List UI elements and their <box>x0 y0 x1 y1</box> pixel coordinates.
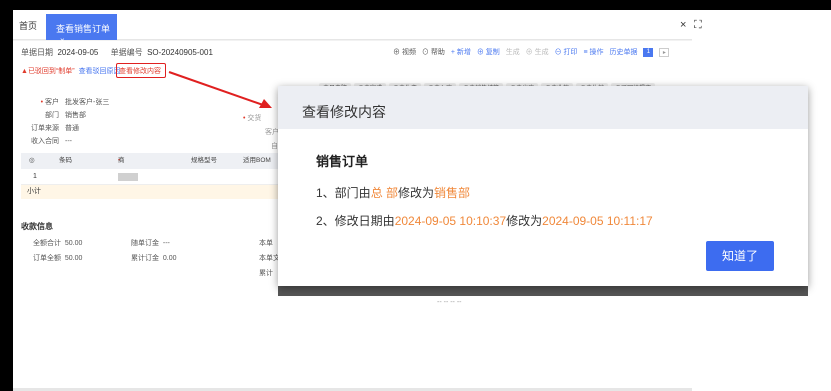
change-1-prefix: 1、部门由 <box>316 186 371 200</box>
change-2-old: 2024-09-05 10:10:37 <box>394 214 507 228</box>
modal-body: 销售订单 1、部门由总 部修改为销售部 2、修改日期由2024-09-05 10… <box>278 129 808 229</box>
ok-button[interactable]: 知道了 <box>706 241 774 271</box>
change-line-1: 1、部门由总 部修改为销售部 <box>316 184 808 201</box>
change-2-new: 2024-09-05 10:11:17 <box>542 214 653 228</box>
change-line-2: 2、修改日期由2024-09-05 10:10:37修改为2024-09-05 … <box>316 212 808 229</box>
modal-title: 查看修改内容 <box>278 86 808 129</box>
change-2-mid: 修改为 <box>506 214 543 228</box>
view-changes-modal: 查看修改内容 销售订单 1、部门由总 部修改为销售部 2、修改日期由2024-0… <box>278 86 808 286</box>
change-1-mid: 修改为 <box>398 186 435 200</box>
change-1-new: 销售部 <box>434 186 471 200</box>
change-1-old: 总 部 <box>370 186 399 200</box>
modal-heading: 销售订单 <box>316 154 369 169</box>
screen: 首页 查看销售订单× 单据日期 2024-09-05 单据编号 SO-20240… <box>0 0 831 391</box>
change-2-prefix: 2、修改日期由 <box>316 214 395 228</box>
